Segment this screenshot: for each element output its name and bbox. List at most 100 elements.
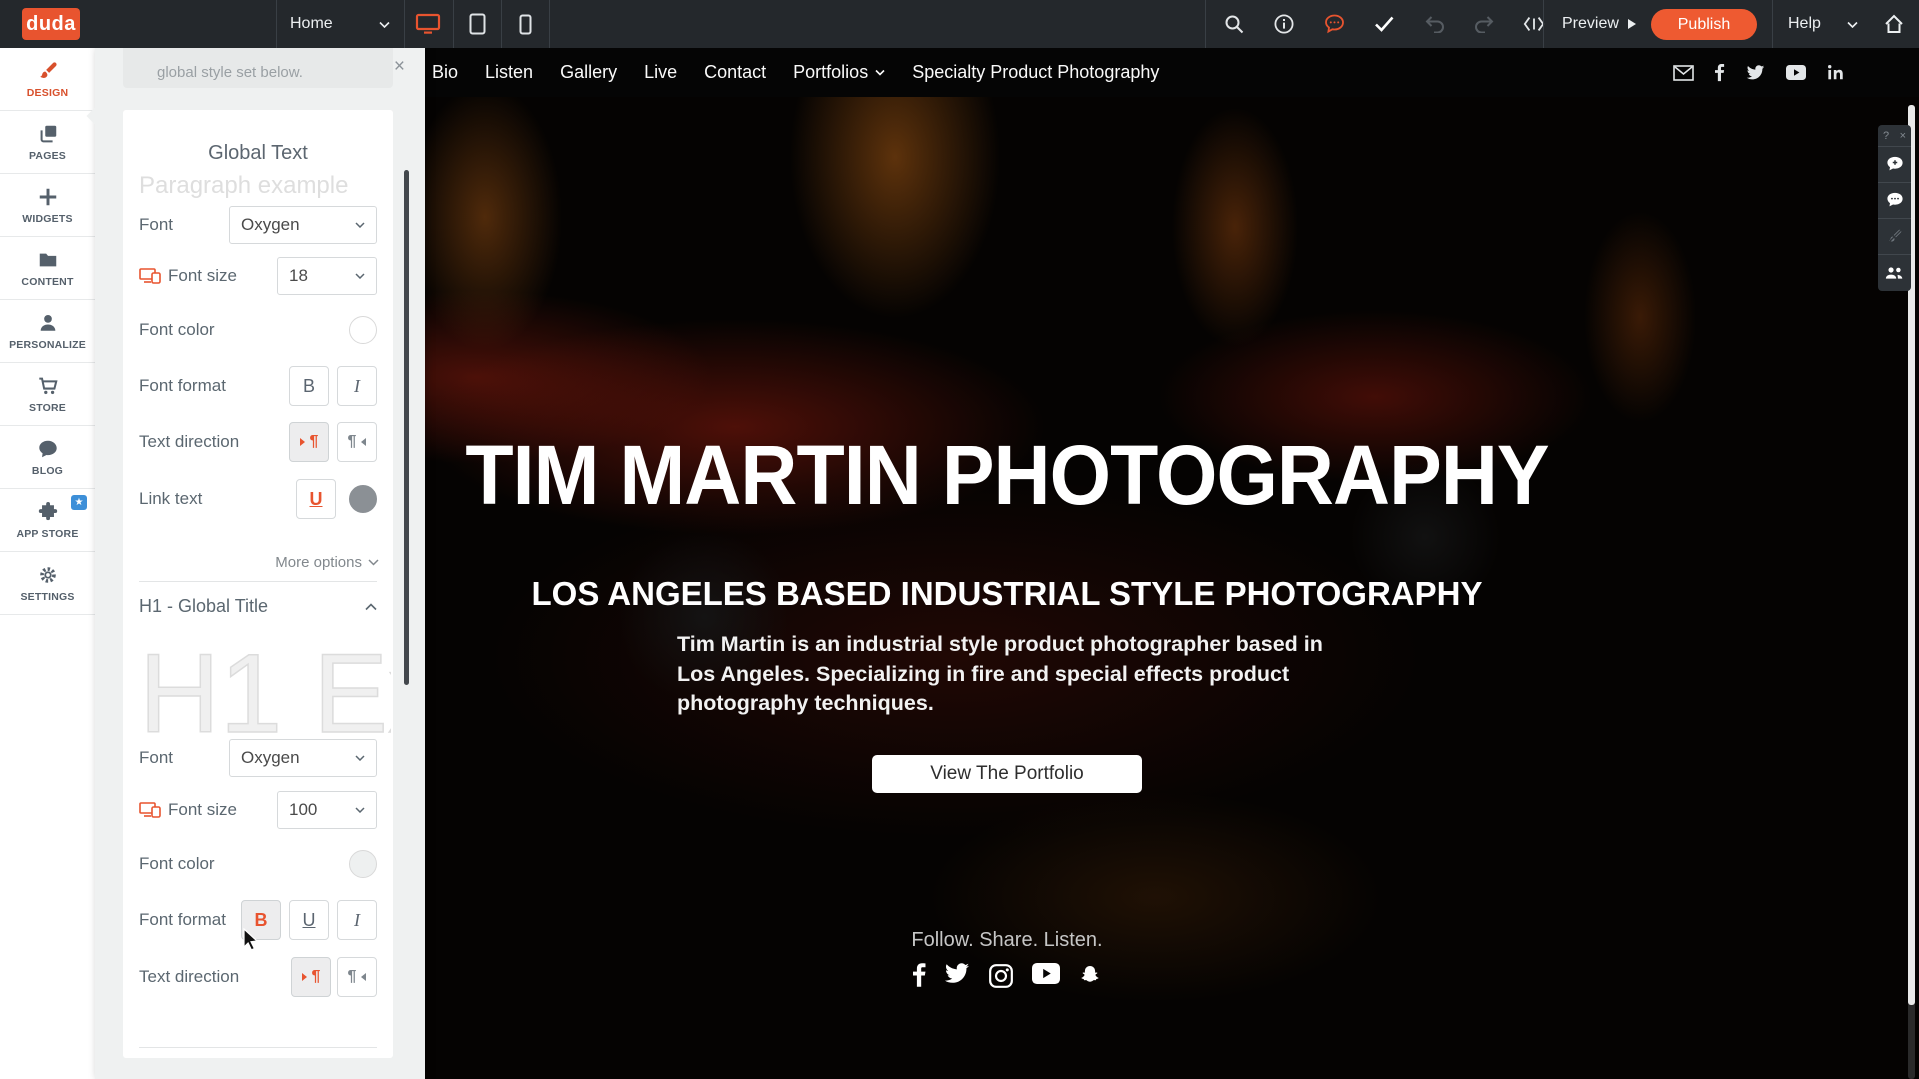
sidebar-item-label: CONTENT: [21, 276, 73, 288]
youtube-icon[interactable]: [1786, 65, 1806, 80]
more-options-link[interactable]: More options: [275, 554, 379, 571]
h1-italic-button[interactable]: I: [337, 900, 377, 940]
panel-card: Global Text Paragraph example Font Oxyge…: [123, 110, 393, 1058]
sidebar-item-widgets[interactable]: WIDGETS: [0, 174, 95, 237]
hero-description[interactable]: Tim Martin is an industrial style produc…: [677, 630, 1342, 719]
site-header-social: [1673, 48, 1844, 97]
publish-button[interactable]: Publish: [1651, 9, 1757, 40]
site-nav-specialty[interactable]: Specialty Product Photography: [912, 62, 1159, 83]
approve-check-icon[interactable]: [1373, 13, 1395, 35]
font-size-row: Font size 100: [139, 790, 377, 830]
page-selector[interactable]: Home: [276, 0, 404, 48]
twitter-icon[interactable]: [1746, 65, 1765, 81]
link-text-row: Link text U: [139, 479, 377, 519]
instagram-icon[interactable]: [988, 963, 1014, 989]
hidden-brush-icon: [1886, 228, 1904, 245]
font-select[interactable]: Oxygen: [229, 206, 377, 244]
paragraph-example-preview: Paragraph example: [139, 172, 348, 200]
text-direction-rtl-button[interactable]: ¶: [337, 422, 377, 462]
undo-icon[interactable]: [1423, 13, 1445, 35]
font-size-value: 18: [289, 266, 308, 286]
content-folder-icon: [37, 249, 59, 271]
nav-label: Bio: [432, 62, 458, 83]
mobile-view-button[interactable]: [501, 0, 549, 48]
play-icon: [1627, 18, 1637, 30]
divider: [139, 1047, 377, 1048]
h1-text-direction-ltr-button[interactable]: ¶: [291, 957, 331, 997]
add-comment-button[interactable]: [1878, 147, 1911, 183]
font-value: Oxygen: [241, 748, 300, 768]
snapchat-icon[interactable]: [1078, 963, 1102, 988]
redo-icon[interactable]: [1473, 13, 1495, 35]
font-size-row: Font size 18: [139, 256, 377, 296]
facebook-icon[interactable]: [1715, 64, 1725, 82]
text-direction-label: Text direction: [139, 432, 239, 452]
h1-font-color-swatch[interactable]: [349, 850, 377, 878]
h1-global-title-header[interactable]: H1 - Global Title: [139, 596, 377, 617]
font-color-row: Font color: [139, 310, 377, 350]
twitter-icon[interactable]: [944, 963, 970, 985]
email-icon[interactable]: [1673, 65, 1694, 81]
site-nav-contact[interactable]: Contact: [704, 62, 766, 83]
font-color-swatch[interactable]: [349, 316, 377, 344]
sidebar-item-settings[interactable]: SETTINGS: [0, 552, 95, 615]
italic-button[interactable]: I: [337, 366, 377, 406]
close-icon[interactable]: ×: [1900, 130, 1906, 142]
bold-button[interactable]: B: [289, 366, 329, 406]
sidebar-item-store[interactable]: STORE: [0, 363, 95, 426]
collaborators-button[interactable]: [1878, 255, 1911, 291]
preview-button[interactable]: Preview: [1552, 0, 1647, 48]
help-icon[interactable]: ?: [1883, 130, 1889, 142]
site-nav-listen[interactable]: Listen: [485, 62, 533, 83]
design-brush-icon: [37, 60, 59, 82]
linkedin-icon[interactable]: [1827, 64, 1844, 81]
sidebar-item-label: APP STORE: [16, 528, 78, 540]
h1-font-select[interactable]: Oxygen: [229, 739, 377, 777]
sidebar-item-design[interactable]: DESIGN: [0, 48, 95, 111]
site-nav-gallery[interactable]: Gallery: [560, 62, 617, 83]
link-color-swatch[interactable]: [349, 485, 377, 513]
text-direction-ltr-button[interactable]: ¶: [289, 422, 329, 462]
sidebar-item-label: STORE: [29, 402, 66, 414]
h1-font-size-select[interactable]: 100: [277, 791, 377, 829]
view-portfolio-button[interactable]: View The Portfolio: [872, 755, 1142, 793]
h1-underline-button[interactable]: U: [289, 900, 329, 940]
tablet-view-button[interactable]: [453, 0, 501, 48]
search-icon[interactable]: [1223, 13, 1245, 35]
sidebar-item-personalize[interactable]: PERSONALIZE: [0, 300, 95, 363]
sidebar-item-content[interactable]: CONTENT: [0, 237, 95, 300]
desktop-icon: [415, 13, 441, 35]
global-design-panel: GLOBAL DESIGN ? × global style set below…: [95, 48, 425, 1079]
h1-text-direction-rtl-button[interactable]: ¶: [337, 957, 377, 997]
site-nav-live[interactable]: Live: [644, 62, 677, 83]
dashboard-home-icon[interactable]: [1884, 14, 1904, 34]
feedback-chat-icon[interactable]: [1323, 13, 1345, 35]
sidebar-item-pages[interactable]: PAGES: [0, 111, 95, 174]
app-store-puzzle-icon: [37, 501, 59, 523]
widgets-plus-icon: [37, 186, 59, 208]
sidebar-item-app-store[interactable]: ★ APP STORE: [0, 489, 95, 552]
desktop-view-button[interactable]: [404, 0, 452, 48]
global-text-heading: Global Text: [123, 142, 393, 165]
help-menu[interactable]: Help: [1780, 0, 1866, 48]
duda-logo[interactable]: duda: [22, 8, 80, 40]
hide-design-button[interactable]: [1878, 219, 1911, 255]
facebook-icon[interactable]: [913, 963, 926, 987]
site-nav-portfolios[interactable]: Portfolios: [793, 62, 885, 83]
font-format-label: Font format: [139, 910, 226, 930]
responsive-devices-icon: [139, 268, 161, 284]
info-icon[interactable]: [1273, 13, 1295, 35]
comments-button[interactable]: [1878, 183, 1911, 219]
chevron-down-icon: [379, 21, 390, 28]
panel-scrollbar[interactable]: [404, 170, 409, 685]
sidebar-item-blog[interactable]: BLOG: [0, 426, 95, 489]
close-icon[interactable]: ×: [394, 56, 405, 78]
code-icon[interactable]: [1523, 13, 1545, 35]
pilcrow-ltr-icon: ¶: [312, 968, 321, 986]
font-size-select[interactable]: 18: [277, 257, 377, 295]
youtube-icon[interactable]: [1032, 963, 1060, 984]
site-nav-bio[interactable]: Bio: [432, 62, 458, 83]
link-underline-button[interactable]: U: [296, 479, 336, 519]
chevron-down-icon: [355, 222, 365, 228]
chevron-down-icon: [355, 755, 365, 761]
